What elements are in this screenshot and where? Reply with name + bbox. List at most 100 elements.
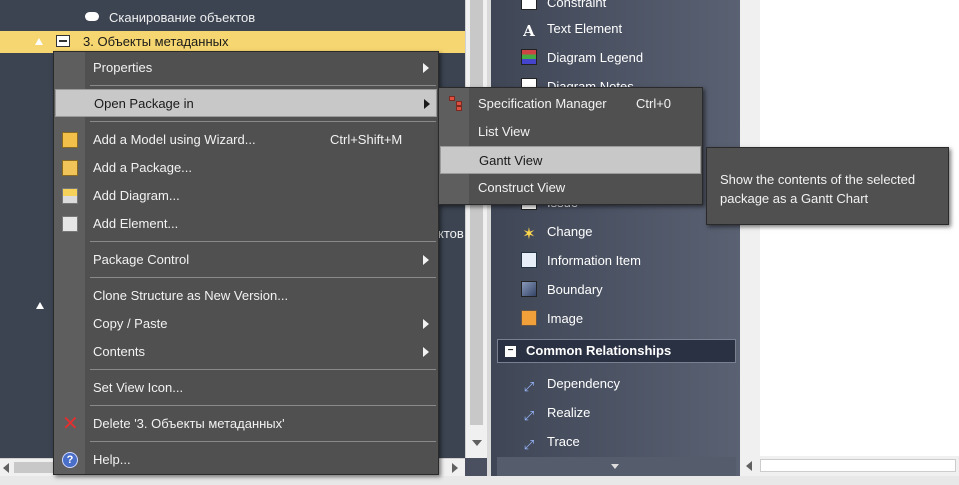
menu-item-delete[interactable]: ✕ Delete '3. Объекты метаданных' [55, 410, 437, 438]
submenu-arrow-icon [423, 63, 429, 73]
realize-icon: ⤢ [523, 408, 535, 423]
menu-item-package-control[interactable]: Package Control [55, 246, 437, 274]
constraint-icon [521, 0, 537, 10]
trace-icon: ⤢ [523, 437, 535, 452]
specification-manager-icon [448, 96, 464, 112]
menu-item-label: Help... [93, 452, 131, 467]
menu-item-label: Add a Model using Wizard... [93, 132, 256, 147]
add-element-icon [62, 216, 78, 232]
scroll-down-arrow-icon[interactable] [472, 440, 482, 446]
submenu-item-label: Gantt View [479, 153, 543, 168]
collapse-icon[interactable]: − [505, 346, 516, 357]
tree-item-label: 3. Объекты метаданных [83, 34, 229, 49]
image-icon [521, 310, 537, 326]
menu-item-label: Add Diagram... [93, 188, 180, 203]
tree-item-scan-objects[interactable]: Сканирование объектов [85, 7, 255, 29]
toolbox-item-label: Change [547, 224, 593, 239]
menu-item-label: Set View Icon... [93, 380, 184, 395]
menu-item-label: Package Control [93, 252, 190, 267]
diagram-legend-icon [521, 49, 537, 65]
browser-vertical-scrollbar[interactable] [465, 0, 487, 458]
scrollbar-thumb[interactable] [470, 0, 483, 425]
right-horizontal-scrollbar[interactable] [740, 456, 959, 476]
menu-item-label: Properties [93, 60, 153, 75]
scroll-left-arrow-icon[interactable] [3, 463, 9, 473]
menu-item-label: Copy / Paste [93, 316, 168, 331]
toolbox-item-diagram-legend[interactable]: Diagram Legend [521, 46, 643, 70]
toolbox-scroll-down-button[interactable] [497, 457, 736, 476]
toolbox-item-label: Boundary [547, 282, 603, 297]
section-header-label: Common Relationships [526, 343, 672, 358]
status-strip [0, 476, 959, 485]
add-diagram-icon [62, 188, 78, 204]
menu-item-help[interactable]: ? Help... [55, 446, 437, 474]
menu-item-set-view-icon[interactable]: Set View Icon... [55, 374, 437, 402]
submenu-item-shortcut: Ctrl+0 [636, 96, 672, 111]
submenu-item-list-view[interactable]: List View [440, 118, 701, 146]
submenu-arrow-icon [423, 347, 429, 357]
tree-item-metadata-objects[interactable]: 3. Объекты метаданных [0, 31, 465, 53]
menu-item-label: Open Package in [94, 96, 194, 111]
menu-item-add-model-wizard[interactable]: Add a Model using Wizard... Ctrl+Shift+M [55, 126, 437, 154]
submenu-item-label: Specification Manager [478, 96, 607, 111]
submenu-item-construct-view[interactable]: Construct View [440, 174, 701, 202]
submenu-item-label: List View [478, 124, 530, 139]
dependency-icon: ⤢ [523, 379, 535, 394]
toolbox-item-dependency[interactable]: ⤢ Dependency [521, 372, 620, 396]
information-item-icon [521, 252, 537, 268]
toolbox-item-realize[interactable]: ⤢ Realize [521, 401, 591, 425]
open-package-in-submenu: Specification Manager Ctrl+0 List View G… [438, 87, 703, 205]
section-header-common-relationships[interactable]: − Common Relationships [497, 339, 736, 363]
submenu-arrow-icon [424, 99, 430, 109]
menu-separator [90, 241, 436, 242]
help-icon: ? [62, 452, 78, 468]
menu-item-label: Add a Package... [93, 160, 193, 175]
toolbox-item-label: Constraint [547, 0, 607, 10]
toolbox-item-text-element[interactable]: A Text Element [521, 17, 622, 41]
menu-item-open-package-in[interactable]: Open Package in [55, 89, 437, 117]
toolbox-item-label: Information Item [547, 253, 641, 268]
toolbox-panel: Constraint A Text Element Diagram Legend … [487, 0, 740, 476]
add-package-icon [62, 160, 78, 176]
menu-item-label: Delete '3. Объекты метаданных' [93, 416, 285, 431]
menu-separator [90, 121, 436, 122]
menu-item-add-diagram[interactable]: Add Diagram... [55, 182, 437, 210]
expand-arrow-icon[interactable] [35, 38, 43, 45]
menu-item-add-element[interactable]: Add Element... [55, 210, 437, 238]
tooltip: Show the contents of the selected packag… [706, 147, 949, 225]
toolbox-item-image[interactable]: Image [521, 307, 583, 331]
scroll-left-arrow-icon[interactable] [746, 461, 752, 471]
submenu-item-gantt-view[interactable]: Gantt View [440, 146, 701, 174]
toolbox-item-information-item[interactable]: Information Item [521, 249, 641, 273]
menu-item-clone-structure[interactable]: Clone Structure as New Version... [55, 282, 437, 310]
toolbox-item-constraint[interactable]: Constraint [521, 0, 606, 15]
menu-item-copy-paste[interactable]: Copy / Paste [55, 310, 437, 338]
scrollbar-thumb[interactable] [760, 459, 956, 472]
menu-item-label: Add Element... [93, 216, 179, 231]
toolbox-item-label: Diagram Legend [547, 50, 644, 65]
tree-item-label: Сканирование объектов [109, 10, 256, 25]
submenu-item-specification-manager[interactable]: Specification Manager Ctrl+0 [440, 90, 701, 118]
right-panel [740, 0, 959, 476]
menu-item-properties[interactable]: Properties [55, 54, 437, 82]
scroll-right-arrow-icon[interactable] [452, 463, 458, 473]
menu-item-contents[interactable]: Contents [55, 338, 437, 366]
menu-separator [90, 369, 436, 370]
menu-separator [90, 277, 436, 278]
expand-arrow-icon[interactable] [36, 302, 44, 309]
context-menu: Properties Open Package in Add a Model u… [53, 51, 439, 475]
menu-item-label: Clone Structure as New Version... [93, 288, 289, 303]
menu-item-add-package[interactable]: Add a Package... [55, 154, 437, 182]
toolbox-item-label: Realize [547, 405, 591, 420]
toolbox-item-trace[interactable]: ⤢ Trace [521, 430, 580, 454]
menu-separator [90, 441, 436, 442]
toolbox-item-label: Text Element [547, 21, 623, 36]
text-element-icon: A [523, 22, 535, 40]
tree-item-partial-label: ктов [438, 226, 464, 241]
toolbox-item-label: Trace [547, 434, 580, 449]
menu-item-label: Contents [93, 344, 146, 359]
toolbox-item-boundary[interactable]: Boundary [521, 278, 603, 302]
toolbox-item-label: Image [547, 311, 584, 326]
submenu-arrow-icon [423, 319, 429, 329]
toolbox-item-change[interactable]: ✶ Change [521, 220, 593, 244]
